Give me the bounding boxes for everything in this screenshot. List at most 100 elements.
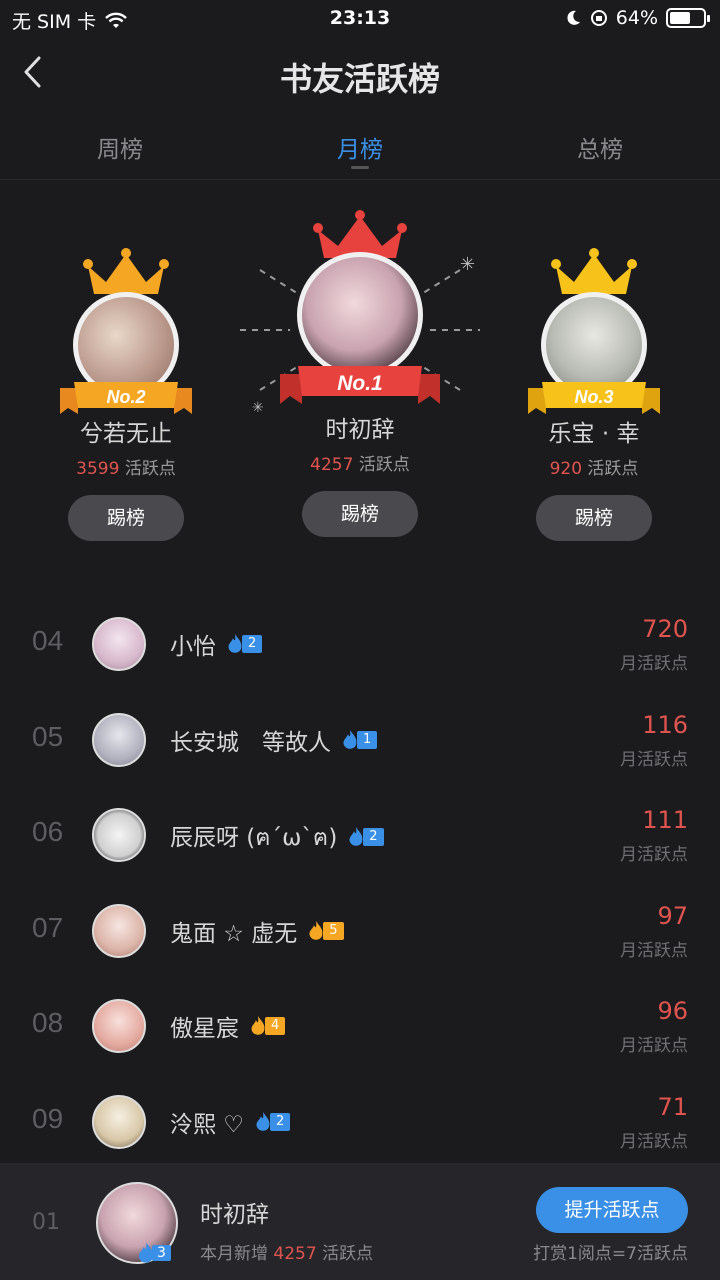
page-title: 书友活跃榜 xyxy=(279,60,440,98)
battery-percent: 64% xyxy=(615,7,658,29)
podium-name: 兮若无止 xyxy=(80,421,172,447)
level-number: 1 xyxy=(357,730,378,749)
avatar[interactable] xyxy=(92,999,146,1054)
crown-icon xyxy=(83,248,169,294)
tab-label: 月榜 xyxy=(337,137,383,163)
kick-button[interactable]: 踢榜 xyxy=(536,495,652,541)
svg-text:No.2: No.2 xyxy=(106,387,145,407)
level-badge: 4 xyxy=(247,1016,286,1036)
rank-number: 05 xyxy=(32,720,64,752)
level-badge: 2 xyxy=(224,634,263,654)
podium-points: 4257 活跃点 xyxy=(310,455,410,475)
my-rank-number: 01 xyxy=(32,1210,60,1235)
avatar[interactable] xyxy=(302,257,418,373)
user-name-text: 小怡 xyxy=(170,634,216,660)
points-value: 96 xyxy=(657,997,688,1026)
list-item[interactable]: 08 傲星宸 4 96 月活跃点 xyxy=(0,979,720,1075)
ranking-list: 04 小怡 2 720 月活跃点 05 长安城 等故人 1 116 月活跃点 0… xyxy=(0,597,720,1171)
level-number: 2 xyxy=(363,828,384,847)
avatar[interactable] xyxy=(92,712,146,767)
level-badge: 1 xyxy=(339,729,378,750)
points-value: 97 xyxy=(657,901,688,930)
podium-second: No.2 兮若无止 3599 活跃点 踢榜 xyxy=(26,248,226,541)
list-item[interactable]: 07 鬼面 ☆ 虚无 5 97 月活跃点 xyxy=(0,884,720,980)
avatar[interactable] xyxy=(92,617,146,671)
tab-label: 周榜 xyxy=(97,137,143,163)
list-item[interactable]: 04 小怡 2 720 月活跃点 xyxy=(0,597,720,693)
rank-ribbon: No.2 xyxy=(60,382,192,414)
points-unit: 月活跃点 xyxy=(620,940,688,961)
user-name-text: 长安城 等故人 xyxy=(170,729,331,756)
points-value: 71 xyxy=(657,1092,688,1121)
user-name-text: 辰辰呀 (ฅ´ω`ฅ) xyxy=(170,825,338,852)
points-unit: 月活跃点 xyxy=(620,654,688,674)
crown-icon xyxy=(551,248,637,294)
my-monthly-points: 本月新增 4257 活跃点 xyxy=(200,1244,374,1264)
tab-weekly[interactable]: 周榜 xyxy=(0,114,240,179)
points-value: 111 xyxy=(642,806,688,835)
user-name: 鬼面 ☆ 虚无 5 xyxy=(170,914,344,948)
my-name: 时初辞 xyxy=(200,1202,269,1228)
list-item[interactable]: 05 长安城 等故人 1 116 月活跃点 xyxy=(0,693,720,789)
orientation-lock-icon xyxy=(590,10,607,26)
tab-total[interactable]: 总榜 xyxy=(480,114,720,179)
tab-label: 总榜 xyxy=(577,137,623,163)
rank-number: 04 xyxy=(32,625,64,656)
status-bar: 无 SIM 卡 23:13 64% xyxy=(0,0,720,38)
my-rank-bar: 01 3 时初辞 本月新增 4257 活跃点 提升活跃点 打赏1阅点=7活跃点 xyxy=(0,1163,720,1280)
svg-text:No.3: No.3 xyxy=(574,387,613,407)
rank-number: 09 xyxy=(32,1102,64,1134)
podium-name: 乐宝 · 幸 xyxy=(548,421,640,447)
user-name: 小怡 2 xyxy=(170,627,263,661)
avatar[interactable] xyxy=(92,1094,146,1149)
points-value: 720 xyxy=(642,615,688,643)
svg-text:✳: ✳ xyxy=(252,400,264,416)
battery-icon xyxy=(666,8,710,28)
level-number: 3 xyxy=(152,1245,171,1261)
avatar[interactable] xyxy=(92,808,146,863)
boost-points-button[interactable]: 提升活跃点 xyxy=(536,1187,688,1233)
rank-ribbon: No.3 xyxy=(528,382,660,414)
moon-icon xyxy=(567,10,580,25)
level-number: 4 xyxy=(265,1017,286,1036)
rank-ribbon: No.1 xyxy=(280,366,440,404)
points-unit: 月活跃点 xyxy=(620,749,688,770)
rank-number: 08 xyxy=(32,1007,64,1039)
level-number: 2 xyxy=(269,1112,291,1131)
nav-header: 书友活跃榜 xyxy=(0,38,720,114)
user-name: 傲星宸 4 xyxy=(170,1009,286,1043)
points-unit: 月活跃点 xyxy=(620,1131,688,1152)
user-name: 泠熙 ♡ 2 xyxy=(170,1105,291,1139)
avatar[interactable] xyxy=(92,903,146,958)
reward-note: 打赏1阅点=7活跃点 xyxy=(533,1244,688,1264)
tab-indicator xyxy=(351,166,369,169)
points-unit: 月活跃点 xyxy=(620,1036,688,1057)
list-item[interactable]: 06 辰辰呀 (ฅ´ω`ฅ) 2 111 月活跃点 xyxy=(0,788,720,884)
podium: No.2 兮若无止 3599 活跃点 踢榜 ✳ ✳ No.1 时初辞 4257 … xyxy=(0,190,720,560)
user-name: 长安城 等故人 1 xyxy=(170,723,378,757)
tab-bar: 周榜 月榜 总榜 xyxy=(0,114,720,180)
level-badge: 5 xyxy=(305,920,344,941)
svg-text:✳: ✳ xyxy=(460,254,475,275)
points-value: 116 xyxy=(642,710,688,739)
level-badge: 2 xyxy=(252,1111,291,1132)
podium-points: 920 活跃点 xyxy=(549,459,639,479)
list-item[interactable]: 09 泠熙 ♡ 2 71 月活跃点 xyxy=(0,1075,720,1171)
level-number: 2 xyxy=(242,635,263,653)
level-number: 5 xyxy=(323,921,344,940)
user-name-text: 泠熙 ♡ xyxy=(170,1111,244,1138)
kick-button[interactable]: 踢榜 xyxy=(302,491,418,537)
podium-first: ✳ ✳ No.1 时初辞 4257 活跃点 踢榜 xyxy=(240,210,480,537)
rank-number: 07 xyxy=(32,911,64,943)
user-name-text: 傲星宸 xyxy=(170,1016,239,1043)
kick-button[interactable]: 踢榜 xyxy=(68,495,184,541)
svg-text:No.1: No.1 xyxy=(337,372,383,395)
level-badge: 2 xyxy=(345,827,384,847)
podium-points: 3599 活跃点 xyxy=(76,459,176,479)
tab-monthly[interactable]: 月榜 xyxy=(240,114,480,179)
podium-third: No.3 乐宝 · 幸 920 活跃点 踢榜 xyxy=(494,248,694,541)
rank-number: 06 xyxy=(32,816,64,848)
user-name: 辰辰呀 (ฅ´ω`ฅ) 2 xyxy=(170,818,384,856)
level-badge: 3 xyxy=(134,1241,171,1265)
points-unit: 月活跃点 xyxy=(620,845,688,866)
